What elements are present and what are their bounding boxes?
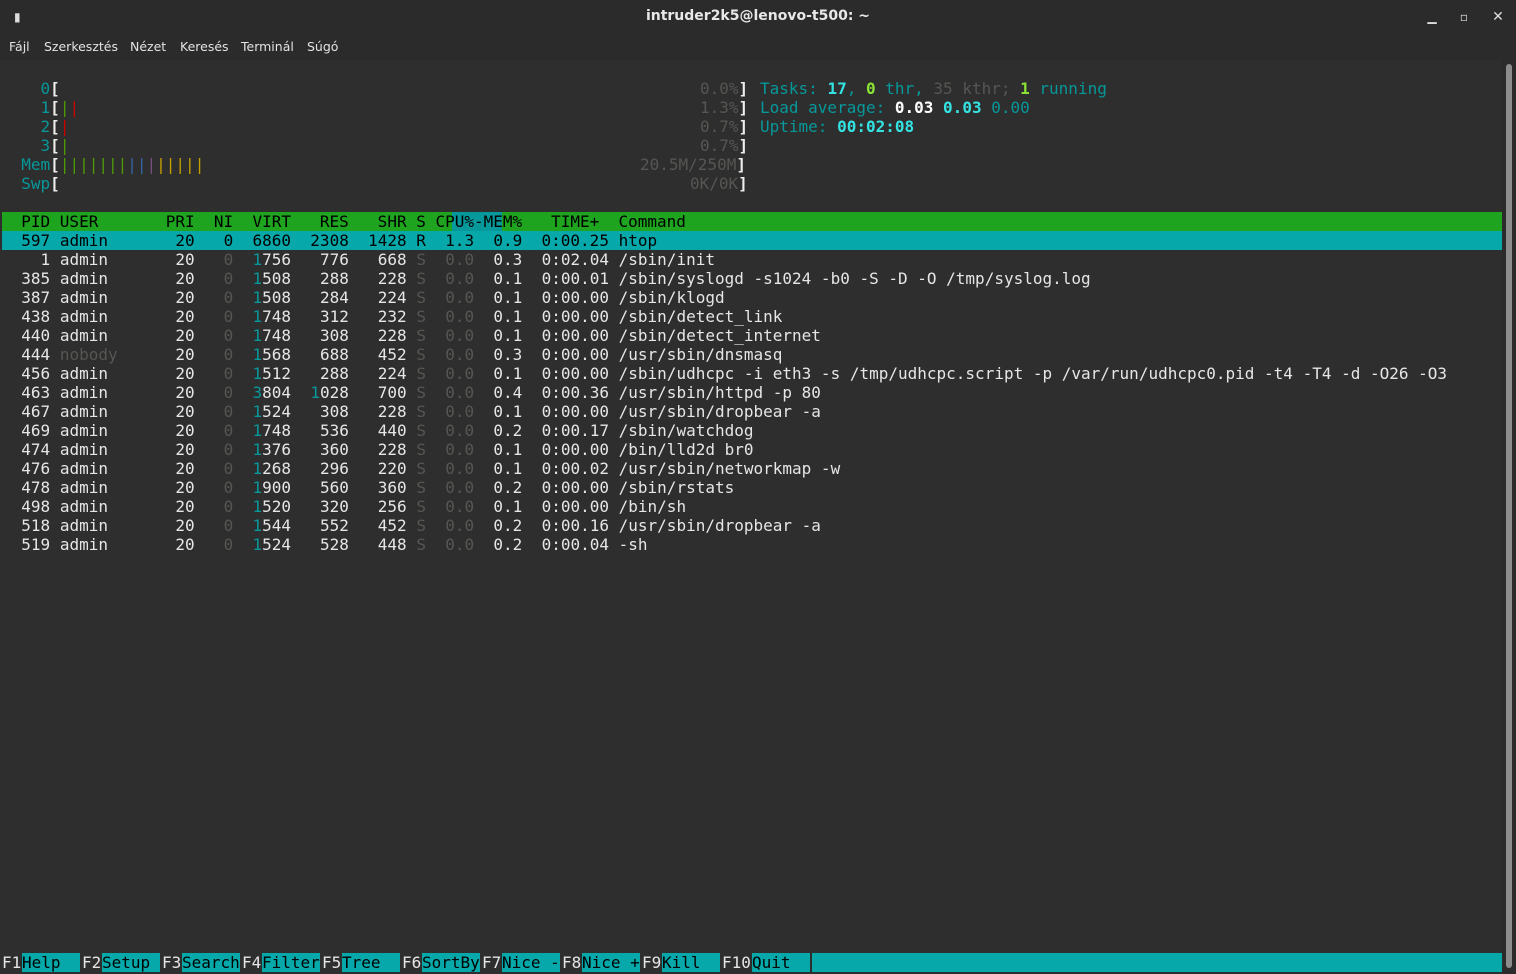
table-row[interactable]: 469 admin 20 0 1748 536 440 S 0.0 0.2 0:… bbox=[2, 421, 753, 440]
menu-terminal[interactable]: Terminál bbox=[241, 39, 294, 54]
function-key-bar: F1 Help F2 Setup F3 Search F4 Filter F5 Tree F6… bbox=[2, 953, 1502, 972]
close-icon[interactable]: ✕ bbox=[1490, 9, 1506, 25]
menu-bar: Fájl Szerkesztés Nézet Keresés Terminál … bbox=[0, 34, 1516, 60]
table-row[interactable]: 456 admin 20 0 1512 288 224 S 0.0 0.1 0:… bbox=[2, 364, 1447, 383]
menu-file[interactable]: Fájl bbox=[9, 39, 30, 54]
scroll-thumb[interactable] bbox=[1506, 64, 1512, 968]
window-title: intruder2k5@lenovo-t500: ~ bbox=[645, 8, 871, 24]
table-row[interactable]: 498 admin 20 0 1520 320 256 S 0.0 0.1 0:… bbox=[2, 497, 686, 516]
fkey-f3-button[interactable]: Search bbox=[182, 953, 240, 972]
fkey-f8-button[interactable]: Nice + bbox=[582, 953, 640, 972]
minimize-icon[interactable]: ▁ bbox=[1424, 9, 1440, 25]
table-row[interactable]: 474 admin 20 0 1376 360 228 S 0.0 0.1 0:… bbox=[2, 440, 753, 459]
fkey-f7-button[interactable]: Nice - bbox=[502, 953, 560, 972]
menu-help[interactable]: Súgó bbox=[307, 39, 338, 54]
cpu1-meter: 1[|| bbox=[40, 98, 80, 117]
swp-meter: Swp[ bbox=[21, 174, 60, 193]
table-row[interactable]: 478 admin 20 0 1900 560 360 S 0.0 0.2 0:… bbox=[2, 478, 734, 497]
fkey-f1: F1 bbox=[2, 953, 22, 972]
table-row[interactable]: 597 admin 20 0 6860 2308 1428 R 1.3 0.9 … bbox=[2, 231, 657, 250]
header-text[interactable]: PID USER PRI NI VIRT RES SHR S CPU%-MEM%… bbox=[2, 212, 686, 231]
tasks-summary: Tasks: 17, 0 thr, 35 kthr; 1 running bbox=[760, 79, 1107, 98]
maximize-icon[interactable]: ▫ bbox=[1456, 9, 1472, 25]
fkey-f8: F8 bbox=[562, 953, 582, 972]
fkey-f7: F7 bbox=[482, 953, 502, 972]
fkey-f10: F10 bbox=[722, 953, 751, 972]
mem-value: 20.5M/250M] bbox=[640, 155, 746, 174]
selected-process-row[interactable]: 597 admin 20 0 6860 2308 1428 R 1.3 0.9 … bbox=[2, 231, 1502, 250]
cpu2-value: 0.7%] bbox=[700, 117, 749, 136]
table-row[interactable]: 387 admin 20 0 1508 284 224 S 0.0 0.1 0:… bbox=[2, 288, 724, 307]
menu-view[interactable]: Nézet bbox=[130, 39, 166, 54]
fkey-f3: F3 bbox=[162, 953, 182, 972]
table-row[interactable]: 463 admin 20 0 3804 1028 700 S 0.0 0.4 0… bbox=[2, 383, 821, 402]
table-row[interactable]: 467 admin 20 0 1524 308 228 S 0.0 0.1 0:… bbox=[2, 402, 821, 421]
cpu2-meter: 2[| bbox=[40, 117, 70, 136]
swp-value: 0K/0K] bbox=[690, 174, 748, 193]
table-row[interactable]: 444 nobody 20 0 1568 688 452 S 0.0 0.3 0… bbox=[2, 345, 782, 364]
scrollbar[interactable] bbox=[1502, 60, 1516, 974]
fkey-f6-button[interactable]: SortBy bbox=[422, 953, 480, 972]
footer-fill bbox=[812, 953, 1502, 972]
fkey-f1-button[interactable]: Help bbox=[22, 953, 80, 972]
title-bar: ▮ intruder2k5@lenovo-t500: ~ ▁ ▫ ✕ bbox=[0, 0, 1516, 34]
menu-search[interactable]: Keresés bbox=[180, 39, 229, 54]
cpu0-meter: 0[ bbox=[40, 79, 60, 98]
uptime: Uptime: 00:02:08 bbox=[760, 117, 915, 136]
fkey-f5: F5 bbox=[322, 953, 342, 972]
fkey-f9: F9 bbox=[642, 953, 662, 972]
table-row[interactable]: 438 admin 20 0 1748 312 232 S 0.0 0.1 0:… bbox=[2, 307, 782, 326]
fkey-f2-button[interactable]: Setup bbox=[102, 953, 160, 972]
table-row[interactable]: 440 admin 20 0 1748 308 228 S 0.0 0.1 0:… bbox=[2, 326, 821, 345]
fkey-f2: F2 bbox=[82, 953, 102, 972]
fkey-f10-button[interactable]: Quit bbox=[752, 953, 810, 972]
cpu1-value: 1.3%] bbox=[700, 98, 749, 117]
cpu3-meter: 3[| bbox=[40, 136, 70, 155]
fkey-f9-button[interactable]: Kill bbox=[662, 953, 720, 972]
table-row[interactable]: 519 admin 20 0 1524 528 448 S 0.0 0.2 0:… bbox=[2, 535, 647, 554]
fkey-f6: F6 bbox=[402, 953, 422, 972]
cpu0-value: 0.0%] bbox=[700, 79, 749, 98]
cpu3-value: 0.7%] bbox=[700, 136, 749, 155]
fkey-f5-button[interactable]: Tree bbox=[342, 953, 400, 972]
process-table-header[interactable]: PID USER PRI NI VIRT RES SHR S CPU%-MEM%… bbox=[2, 212, 1502, 231]
table-row[interactable]: 476 admin 20 0 1268 296 220 S 0.0 0.1 0:… bbox=[2, 459, 840, 478]
table-row[interactable]: 518 admin 20 0 1544 552 452 S 0.0 0.2 0:… bbox=[2, 516, 821, 535]
mem-meter: Mem[||||||||||||||| bbox=[21, 155, 205, 174]
fkey-f4-button[interactable]: Filter bbox=[262, 953, 320, 972]
table-row[interactable]: 385 admin 20 0 1508 288 228 S 0.0 0.1 0:… bbox=[2, 269, 1090, 288]
table-row[interactable]: 1 admin 20 0 1756 776 668 S 0.0 0.3 0:02… bbox=[2, 250, 715, 269]
fkey-f4: F4 bbox=[242, 953, 262, 972]
terminal-area[interactable]: 0[ 1[|| 2[| 3[| Mem[||||||||||||||| Swp[… bbox=[0, 60, 1502, 974]
load-average: Load average: 0.03 0.03 0.00 bbox=[760, 98, 1030, 117]
menu-edit[interactable]: Szerkesztés bbox=[44, 39, 118, 54]
